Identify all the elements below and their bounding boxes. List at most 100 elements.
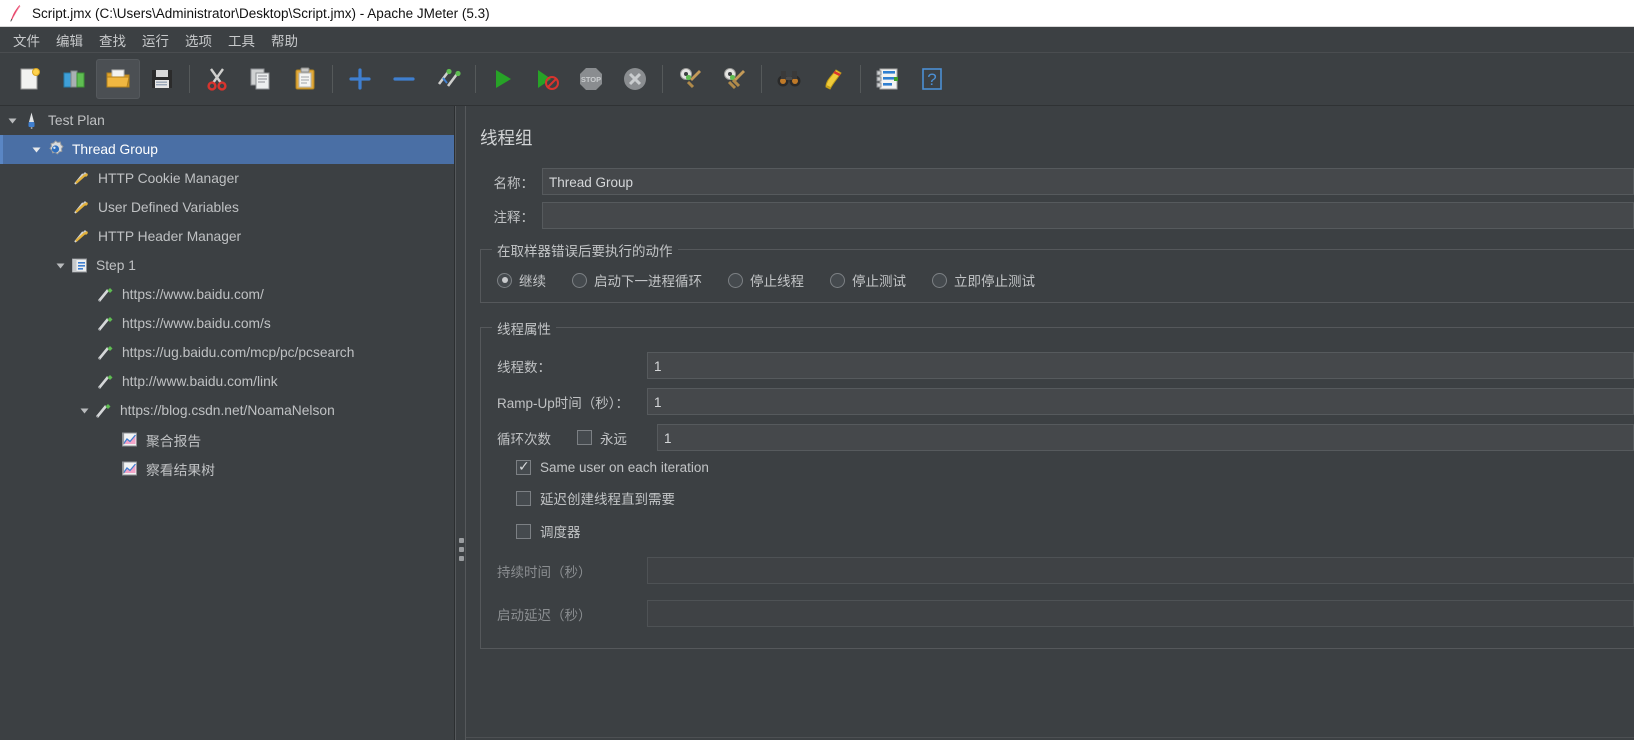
name-label: 名称： xyxy=(480,172,542,192)
radio-indicator[interactable] xyxy=(572,273,587,288)
radio-start-next-loop[interactable]: 启动下一进程循环 xyxy=(572,270,702,290)
tree-node-aggregate-report[interactable]: 聚合报告 xyxy=(0,425,454,454)
templates-icon[interactable] xyxy=(52,59,96,99)
radio-indicator[interactable] xyxy=(830,273,845,288)
checkbox-indicator[interactable] xyxy=(516,524,531,539)
window-titlebar: Script.jmx (C:\Users\Administrator\Deskt… xyxy=(0,0,1634,27)
config-element-icon xyxy=(72,227,91,246)
same-user-label: Same user on each iteration xyxy=(540,460,709,475)
chevron-down-icon[interactable] xyxy=(76,403,92,419)
test-plan-tree[interactable]: Test Plan Thread Group HTTP Cookie Manag… xyxy=(0,106,455,740)
radio-label: 停止线程 xyxy=(750,270,804,290)
comment-input[interactable] xyxy=(542,202,1634,229)
expand-plus-icon[interactable] xyxy=(338,59,382,99)
name-row: 名称： Thread Group xyxy=(480,168,1634,195)
collapse-minus-icon[interactable] xyxy=(382,59,426,99)
checkbox-indicator[interactable] xyxy=(516,491,531,506)
main-split: Test Plan Thread Group HTTP Cookie Manag… xyxy=(0,106,1634,740)
splitter-grip[interactable] xyxy=(459,538,464,565)
function-helper-icon[interactable] xyxy=(866,59,910,99)
tree-node-sampler[interactable]: https://www.baidu.com/ xyxy=(0,280,454,309)
tree-node-sampler[interactable]: https://www.baidu.com/s xyxy=(0,309,454,338)
radio-indicator[interactable] xyxy=(932,273,947,288)
tree-node-test-plan[interactable]: Test Plan xyxy=(0,106,454,135)
tree-node-thread-group[interactable]: Thread Group xyxy=(0,135,454,164)
radio-continue[interactable]: 继续 xyxy=(497,270,546,290)
forever-label: 永远 xyxy=(600,428,627,448)
open-folder-icon[interactable] xyxy=(96,59,140,99)
radio-label: 继续 xyxy=(519,270,546,290)
tree-node-label: Step 1 xyxy=(96,258,136,273)
stop-icon[interactable]: STOP xyxy=(569,59,613,99)
menu-search[interactable]: 查找 xyxy=(92,27,133,53)
tree-node-label: Test Plan xyxy=(48,113,105,128)
toggle-enable-icon[interactable] xyxy=(426,59,470,99)
help-question-icon[interactable]: ? xyxy=(910,59,954,99)
http-sampler-icon xyxy=(96,372,115,391)
copy-icon[interactable] xyxy=(239,59,283,99)
menu-tools[interactable]: 工具 xyxy=(221,27,262,53)
svg-text:?: ? xyxy=(927,70,936,89)
listener-chart-icon xyxy=(120,459,139,478)
clear-icon[interactable] xyxy=(668,59,712,99)
name-input[interactable]: Thread Group xyxy=(542,168,1634,195)
menubar: 文件 编辑 查找 运行 选项 工具 帮助 xyxy=(0,27,1634,53)
search-binoculars-icon[interactable] xyxy=(767,59,811,99)
same-user-row[interactable]: Same user on each iteration xyxy=(481,460,1634,475)
forever-checkbox[interactable]: 永远 xyxy=(569,428,647,448)
paste-clipboard-icon[interactable] xyxy=(283,59,327,99)
start-no-pauses-icon[interactable] xyxy=(525,59,569,99)
new-document-icon[interactable] xyxy=(8,59,52,99)
checkbox-indicator[interactable] xyxy=(577,430,592,445)
tree-node-http-header-manager[interactable]: HTTP Header Manager xyxy=(0,222,454,251)
tree-node-sampler-csdn[interactable]: https://blog.csdn.net/NoamaNelson xyxy=(0,396,454,425)
listener-chart-icon xyxy=(120,430,139,449)
toolbar-separator xyxy=(761,65,762,93)
loop-count-row: 循环次数 永远 1 xyxy=(481,424,1634,451)
transaction-controller-icon xyxy=(70,256,89,275)
start-play-icon[interactable] xyxy=(481,59,525,99)
duration-row: 持续时间（秒） xyxy=(481,557,1634,584)
tree-node-list: Test Plan Thread Group HTTP Cookie Manag… xyxy=(0,106,454,483)
reset-search-broom-icon[interactable] xyxy=(811,59,855,99)
radio-stop-test-now[interactable]: 立即停止测试 xyxy=(932,270,1035,290)
tree-node-view-results-tree[interactable]: 察看结果树 xyxy=(0,454,454,483)
shutdown-icon[interactable] xyxy=(613,59,657,99)
tree-node-label: https://ug.baidu.com/mcp/pc/pcsearch xyxy=(122,345,354,360)
comment-label: 注释： xyxy=(480,206,542,226)
save-floppy-icon[interactable] xyxy=(140,59,184,99)
threads-input[interactable]: 1 xyxy=(647,352,1634,379)
thread-properties-group: 线程属性 线程数： 1 Ramp-Up时间（秒）： 1 循环次数 永远 1 xyxy=(480,327,1634,649)
menu-file[interactable]: 文件 xyxy=(6,27,47,53)
radio-indicator[interactable] xyxy=(497,273,512,288)
menu-edit[interactable]: 编辑 xyxy=(49,27,90,53)
scheduler-row[interactable]: 调度器 xyxy=(481,521,1634,541)
cut-scissors-icon[interactable] xyxy=(195,59,239,99)
radio-label: 立即停止测试 xyxy=(954,270,1035,290)
group-legend: 在取样器错误后要执行的动作 xyxy=(492,240,678,260)
clear-all-icon[interactable] xyxy=(712,59,756,99)
http-sampler-icon xyxy=(96,314,115,333)
checkbox-indicator[interactable] xyxy=(516,460,531,475)
panel-splitter[interactable] xyxy=(455,106,466,740)
tree-node-sampler[interactable]: http://www.baidu.com/link xyxy=(0,367,454,396)
radio-stop-thread[interactable]: 停止线程 xyxy=(728,270,804,290)
tree-node-user-defined-variables[interactable]: User Defined Variables xyxy=(0,193,454,222)
startup-delay-label: 启动延迟（秒） xyxy=(487,604,647,624)
tree-node-http-cookie-manager[interactable]: HTTP Cookie Manager xyxy=(0,164,454,193)
radio-label: 启动下一进程循环 xyxy=(594,270,702,290)
chevron-down-icon[interactable] xyxy=(28,142,44,158)
startup-delay-input xyxy=(647,600,1634,627)
menu-help[interactable]: 帮助 xyxy=(264,27,305,53)
menu-run[interactable]: 运行 xyxy=(135,27,176,53)
radio-stop-test[interactable]: 停止测试 xyxy=(830,270,906,290)
delay-thread-creation-row[interactable]: 延迟创建线程直到需要 xyxy=(481,488,1634,508)
menu-options[interactable]: 选项 xyxy=(178,27,219,53)
tree-node-sampler[interactable]: https://ug.baidu.com/mcp/pc/pcsearch xyxy=(0,338,454,367)
chevron-down-icon[interactable] xyxy=(52,258,68,274)
tree-node-step-1[interactable]: Step 1 xyxy=(0,251,454,280)
chevron-down-icon[interactable] xyxy=(4,113,20,129)
rampup-input[interactable]: 1 xyxy=(647,388,1634,415)
loop-count-input[interactable]: 1 xyxy=(657,424,1634,451)
radio-indicator[interactable] xyxy=(728,273,743,288)
